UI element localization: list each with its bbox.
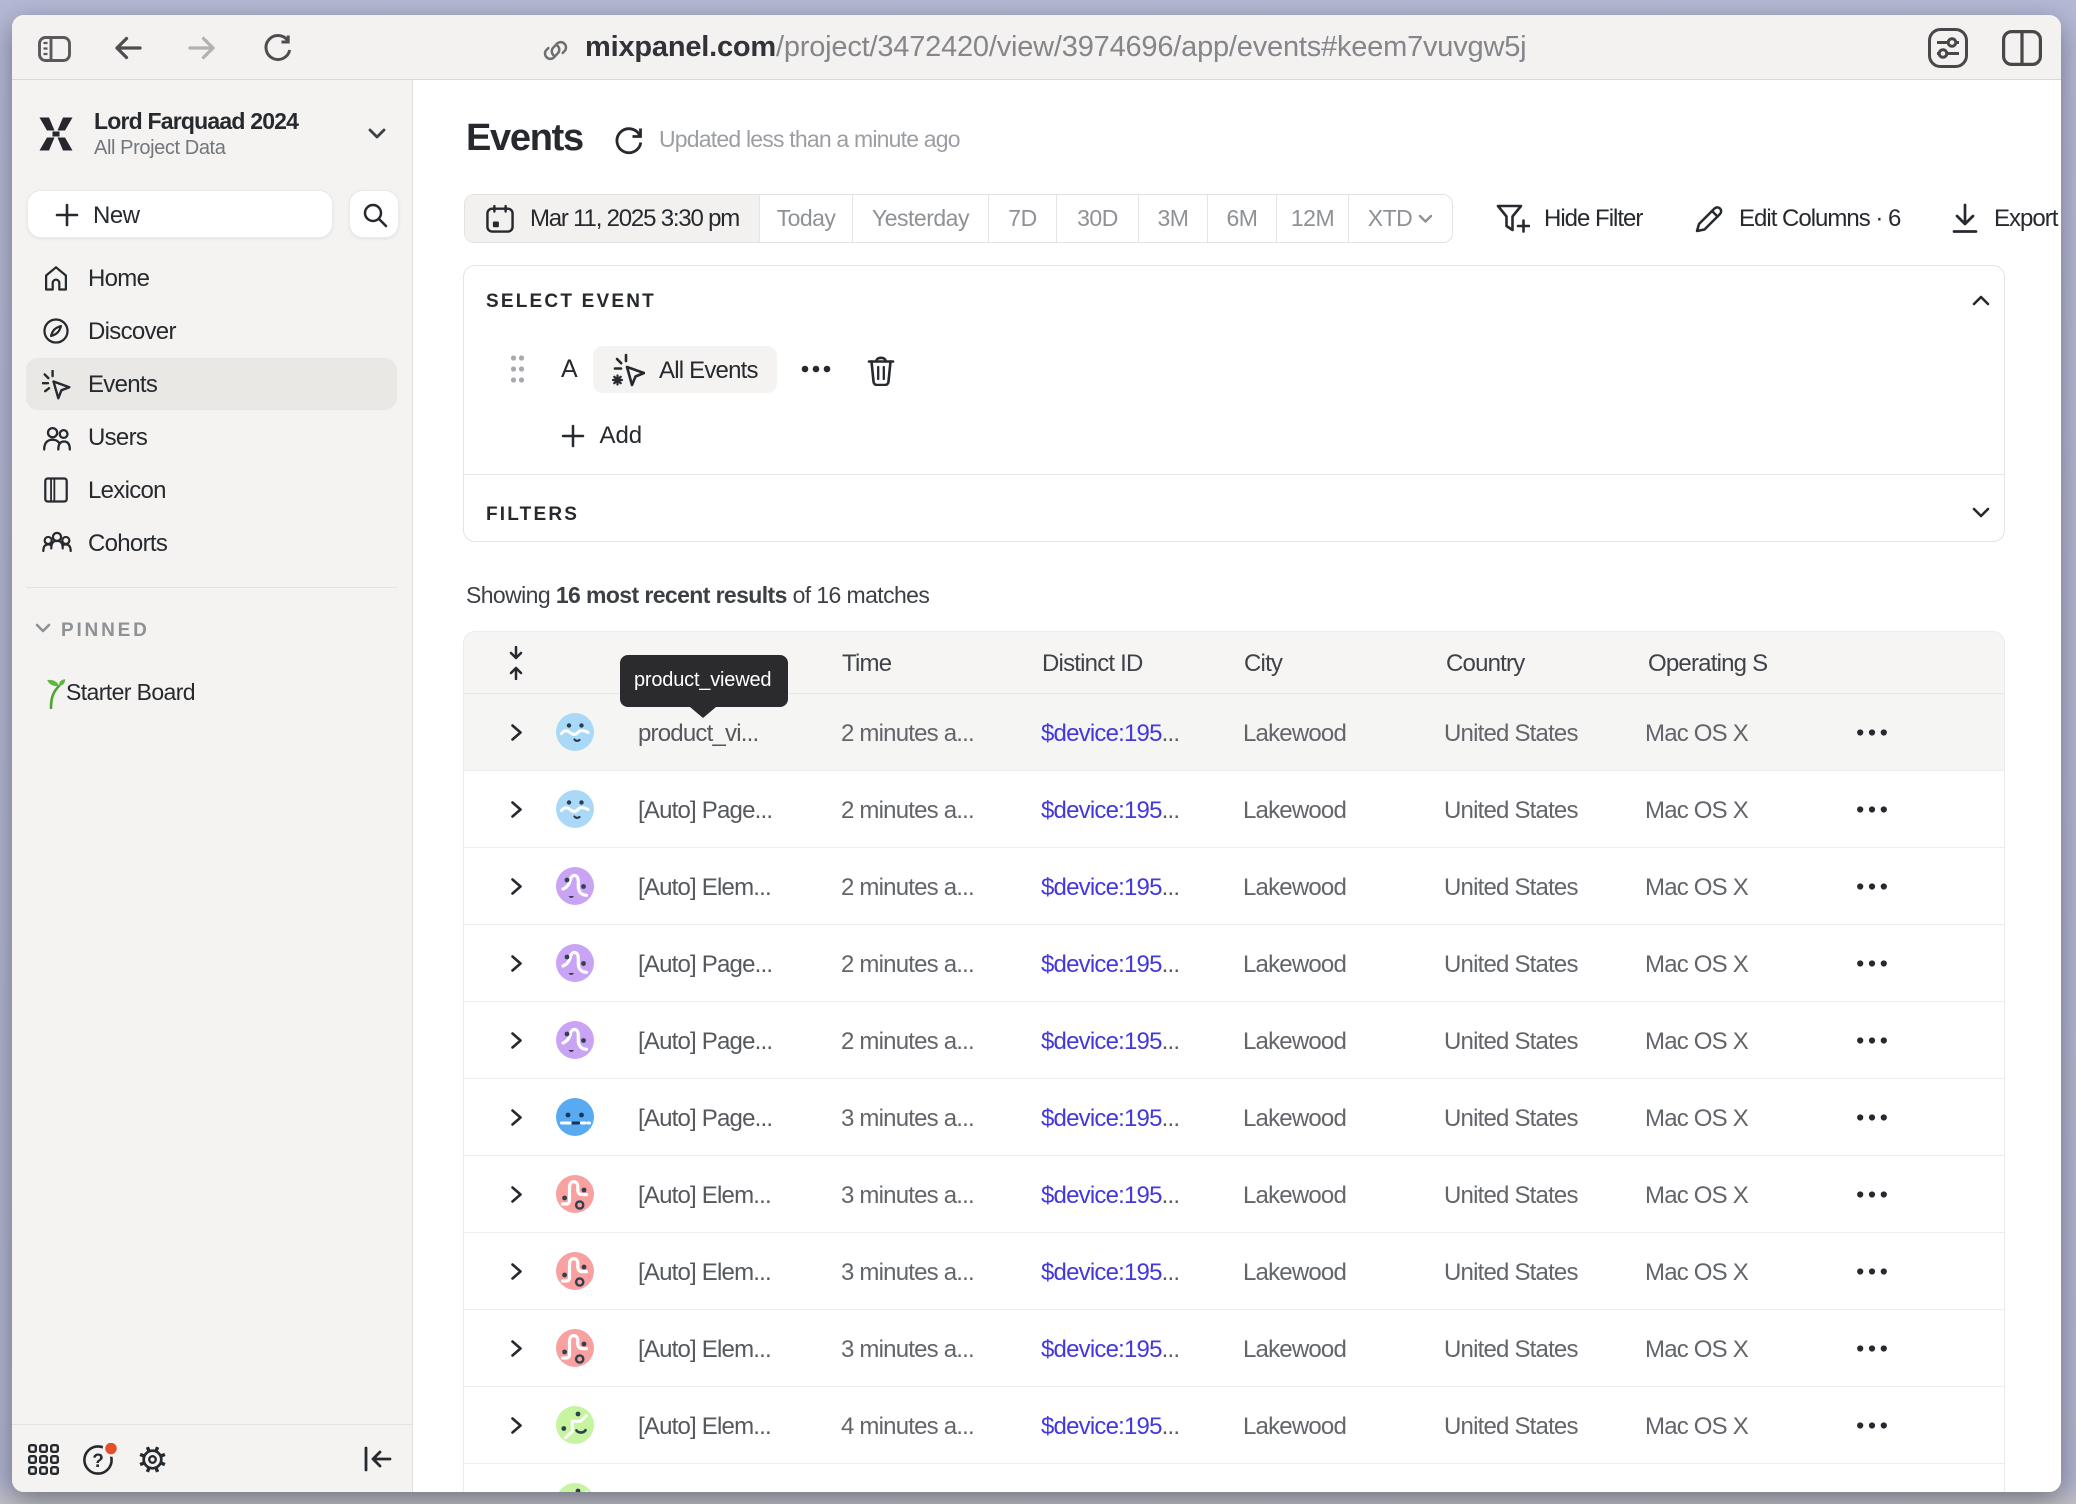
svg-text:?: ? <box>92 1451 104 1472</box>
